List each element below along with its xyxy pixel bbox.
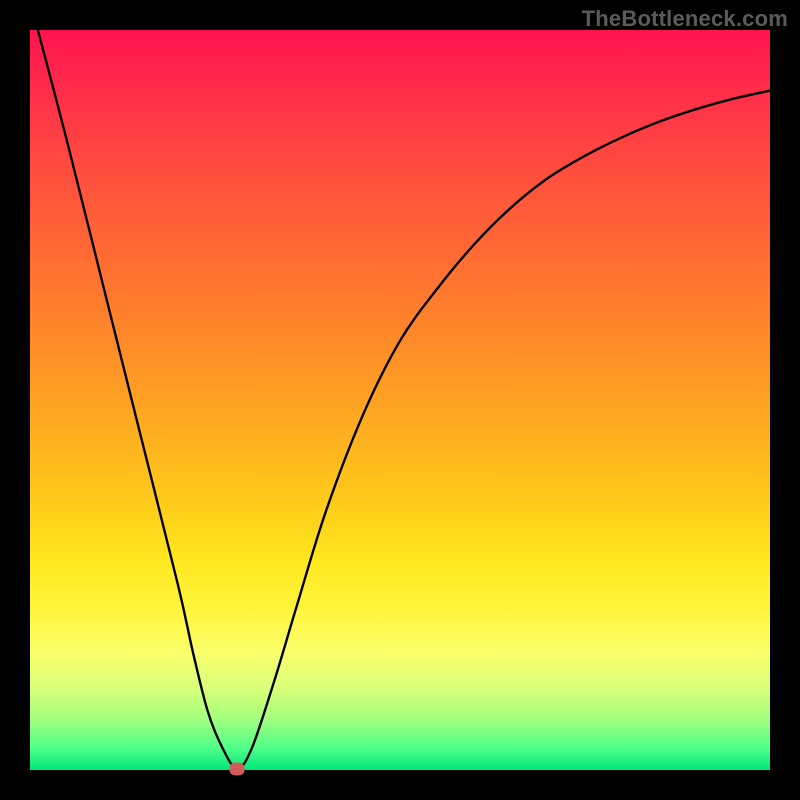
bottleneck-curve (30, 30, 770, 770)
plot-area (30, 30, 770, 770)
watermark-text: TheBottleneck.com (582, 6, 788, 32)
chart-frame: TheBottleneck.com (0, 0, 800, 800)
minimum-marker (230, 762, 245, 775)
